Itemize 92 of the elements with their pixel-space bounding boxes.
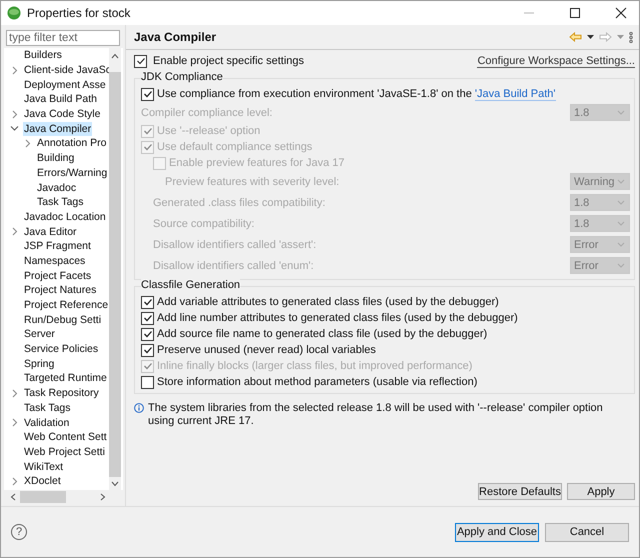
tree-item[interactable]: Annotation Pro: [36, 136, 108, 150]
maximize-button[interactable]: [569, 7, 581, 19]
tree-item[interactable]: Spring: [23, 356, 56, 371]
tree-item[interactable]: Targeted Runtime: [23, 371, 108, 386]
tree-item[interactable]: Builders: [23, 48, 63, 62]
tree-item[interactable]: Building: [36, 151, 76, 166]
checkbox[interactable]: [141, 344, 154, 356]
chevron-down-icon: [617, 179, 625, 184]
checkbox[interactable]: [141, 312, 154, 324]
tree-item[interactable]: Java Code Style: [23, 107, 102, 122]
info-icon: [134, 403, 144, 413]
tree-item[interactable]: Validation: [23, 416, 70, 430]
checkbox[interactable]: [141, 328, 154, 340]
tree-item[interactable]: Java Editor: [23, 224, 78, 239]
expand-chevron-icon[interactable]: [10, 66, 19, 75]
tree-item[interactable]: Client-side JavaSc: [23, 63, 112, 78]
checkbox[interactable]: [141, 296, 154, 308]
expand-chevron-icon[interactable]: [23, 138, 32, 148]
page-button[interactable]: Restore Defaults: [478, 483, 562, 500]
checkbox-label: Inline finally blocks (larger class files, but improved performance): [157, 360, 472, 372]
tree-item[interactable]: Run/Debug Setti: [23, 312, 102, 327]
tree-item[interactable]: Task Tags: [36, 195, 84, 210]
checkbox[interactable]: [141, 376, 154, 388]
configure-workspace-link[interactable]: Configure Workspace Settings...: [477, 54, 635, 68]
chevron-down-icon: [617, 263, 625, 268]
window-title: Properties for stock: [27, 6, 130, 20]
tree-item[interactable]: Server: [23, 327, 56, 342]
page-title: Java Compiler: [134, 30, 216, 44]
expand-chevron-icon[interactable]: [10, 388, 19, 398]
chevron-down-icon: [617, 221, 625, 226]
chevron-down-icon: [617, 110, 625, 115]
tree-item[interactable]: Task Tags: [23, 400, 72, 415]
tree-item[interactable]: Project Reference: [23, 298, 110, 312]
collapse-chevron-icon[interactable]: [10, 124, 19, 134]
checkbox-label: Use default compliance settings: [157, 141, 312, 153]
tree-item[interactable]: Web Content Sett: [23, 430, 108, 444]
dialog-button[interactable]: Apply and Close: [455, 522, 539, 542]
expand-chevron-icon[interactable]: [10, 418, 19, 428]
tree-item[interactable]: Namespaces: [23, 254, 86, 268]
checkbox-label: Add source file name to generated class file (used by the debugger): [157, 328, 488, 340]
scroll-left-icon[interactable]: [10, 493, 16, 501]
scroll-down-icon[interactable]: [111, 481, 119, 487]
app-icon: [7, 6, 21, 20]
close-button[interactable]: [615, 7, 627, 19]
field-label: Disallow identifiers called 'assert':: [153, 238, 318, 250]
tree-item[interactable]: Errors/Warning: [36, 166, 108, 180]
checkbox-label: Preserve unused (never read) local variables: [157, 344, 376, 356]
field-label: Source compatibility:: [153, 218, 256, 230]
scroll-up-icon[interactable]: [111, 53, 119, 59]
more-icon[interactable]: [629, 32, 633, 42]
scroll-right-icon[interactable]: [100, 493, 106, 501]
tree-item[interactable]: Javadoc: [36, 180, 78, 195]
tree-item[interactable]: XDoclet: [23, 474, 62, 488]
filter-field[interactable]: type filter text: [6, 30, 120, 46]
tree-item[interactable]: Java Build Path: [23, 92, 98, 106]
dialog-button[interactable]: Cancel: [545, 522, 629, 542]
info-message: The system libraries from the selected release 1.8 will be used with '--release' compiler option using current JRE 17.: [148, 402, 604, 428]
checkbox[interactable]: [134, 54, 147, 68]
field-label: Generated .class files compatibility:: [153, 196, 326, 208]
checkbox-label: Add line number attributes to generated class files (used by the debugger): [157, 312, 518, 324]
forward-arrow-icon[interactable]: [599, 32, 612, 42]
checkbox-label: Enable preview features for Java 17: [169, 157, 344, 169]
vertical-scrollbar[interactable]: [109, 48, 121, 490]
expand-chevron-icon[interactable]: [10, 476, 19, 486]
field-label: Compiler compliance level:: [141, 106, 274, 118]
help-button[interactable]: ?: [11, 524, 27, 540]
checkbox-label: Use '--release' option: [157, 125, 260, 137]
tree-item[interactable]: Project Natures: [23, 283, 98, 298]
tree-item[interactable]: Task Repository: [23, 386, 100, 400]
page-button[interactable]: Apply: [567, 483, 635, 500]
tree-item[interactable]: Deployment Asse: [23, 78, 107, 92]
tree-item[interactable]: Javadoc Location: [23, 210, 107, 224]
java-build-path-link[interactable]: 'Java Build Path': [474, 88, 556, 101]
tree-item[interactable]: JSP Fragment: [23, 239, 92, 254]
tree-item[interactable]: Web Project Setti: [23, 444, 106, 459]
tree-item[interactable]: WikiText: [23, 460, 64, 474]
tree-item[interactable]: Project Facets: [23, 268, 92, 283]
chevron-down-icon: [617, 200, 625, 205]
chevron-down-icon: [617, 242, 625, 247]
tree-item[interactable]: Java Compiler: [23, 122, 92, 136]
checkbox-label: Enable project specific settings: [153, 55, 304, 67]
field-label: Preview features with severity level:: [165, 176, 340, 188]
field-label: Disallow identifiers called 'enum':: [153, 260, 315, 272]
back-arrow-icon[interactable]: [569, 32, 582, 42]
checkbox-label: Use compliance from execution environment 'JavaSE-1.8' on the 'Java Build Path': [157, 88, 556, 100]
tree-item[interactable]: Service Policies: [23, 342, 100, 356]
checkbox-label: Store information about method parameters (usable via reflection): [157, 376, 478, 388]
dropdown-icon[interactable]: [587, 35, 594, 39]
expand-chevron-icon[interactable]: [10, 110, 19, 119]
checkbox[interactable]: [141, 88, 154, 100]
expand-chevron-icon[interactable]: [10, 227, 19, 236]
checkbox-label: Add variable attributes to generated class files (used by the debugger): [157, 296, 499, 308]
